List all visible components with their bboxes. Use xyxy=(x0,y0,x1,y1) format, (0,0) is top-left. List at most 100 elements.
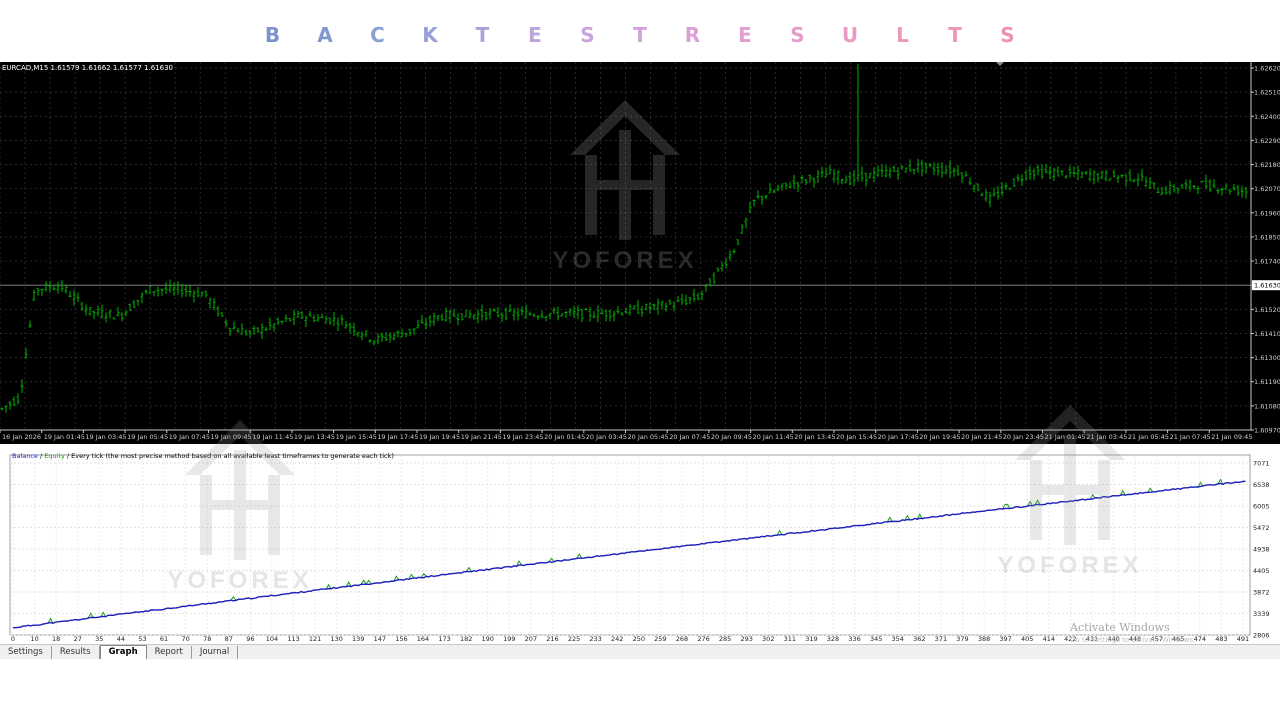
candle xyxy=(208,297,212,309)
tab-results[interactable]: Results xyxy=(52,645,100,659)
candle xyxy=(308,310,312,317)
title-letter: T xyxy=(948,23,962,47)
graph-x-label: 27 xyxy=(74,635,82,643)
candle xyxy=(1168,180,1172,195)
candle xyxy=(708,278,712,287)
price-label: 1.62620 xyxy=(1254,65,1280,73)
title-letter: C xyxy=(370,23,385,47)
candle xyxy=(560,313,564,317)
candle xyxy=(152,290,156,297)
candle xyxy=(432,312,436,326)
tab-graph[interactable]: Graph xyxy=(99,645,147,659)
time-label: 21 Jan 07:45 xyxy=(1170,433,1211,441)
candle xyxy=(716,267,720,272)
title-letter: A xyxy=(317,23,333,47)
price-label: 1.61960 xyxy=(1254,209,1280,217)
candle xyxy=(332,311,336,326)
price-chart-canvas[interactable]: 1.62620 1.62510 1.62400 1.62290 1.62180 1.620… xyxy=(0,62,1280,444)
price-label: 1.61850 xyxy=(1254,233,1280,241)
price-chart[interactable]: 1.62620 1.62510 1.62400 1.62290 1.62180 1.620… xyxy=(0,62,1280,444)
candle xyxy=(36,287,40,296)
graph-x-label: 44 xyxy=(117,635,125,643)
candle xyxy=(980,192,984,196)
candle xyxy=(580,308,584,323)
candle xyxy=(996,186,1000,200)
legend-equity: Equity xyxy=(44,452,65,460)
time-label: 19 Jan 23:45 xyxy=(502,433,543,441)
candle xyxy=(740,224,744,235)
candle xyxy=(1240,185,1244,198)
candle xyxy=(276,317,280,325)
candle xyxy=(524,304,528,319)
graph-y-label: 4938 xyxy=(1253,546,1270,554)
time-label: 19 Jan 07:45 xyxy=(169,433,210,441)
candle xyxy=(776,184,780,191)
candle xyxy=(1188,179,1192,192)
graph-x-label: 53 xyxy=(138,635,146,643)
candle xyxy=(576,305,580,320)
candle xyxy=(828,165,832,175)
candle xyxy=(916,159,920,173)
candle xyxy=(736,239,740,246)
candle xyxy=(692,288,696,302)
tab-journal[interactable]: Journal xyxy=(192,645,239,659)
graph-x-label: 345 xyxy=(870,635,882,643)
time-label: 20 Jan 17:45 xyxy=(878,433,919,441)
candle xyxy=(352,322,356,336)
candle xyxy=(60,280,64,292)
candle xyxy=(1032,168,1036,180)
balance-graph[interactable]: 7071 6538 6005 5472 4938 4405 3872 3339 2806 0 10 1… xyxy=(0,449,1280,644)
candle xyxy=(552,307,556,315)
candle xyxy=(532,313,536,318)
candle xyxy=(428,315,432,327)
candle xyxy=(1104,169,1108,182)
balance-graph-canvas[interactable]: 7071 6538 6005 5472 4938 4405 3872 3339 2806 0 10 1… xyxy=(0,449,1280,644)
candle xyxy=(312,314,316,323)
title-letter: T xyxy=(633,23,647,47)
time-label: 20 Jan 13:45 xyxy=(794,433,835,441)
candle xyxy=(792,174,796,190)
candle xyxy=(824,167,828,178)
candle xyxy=(1224,183,1228,191)
symbol-name: EURCAD,M15 xyxy=(2,64,49,72)
candle xyxy=(748,201,752,213)
candle xyxy=(888,167,892,179)
candle xyxy=(1112,169,1116,178)
candle xyxy=(240,323,244,335)
candle xyxy=(976,183,980,192)
graph-x-label: 70 xyxy=(181,635,189,643)
candle xyxy=(516,307,520,321)
graph-x-label: 104 xyxy=(266,635,278,643)
graph-x-label: 216 xyxy=(546,635,558,643)
candle xyxy=(1060,170,1064,176)
candle xyxy=(688,297,692,305)
candle xyxy=(848,172,852,186)
candle xyxy=(108,309,112,319)
candle xyxy=(620,312,624,316)
candle xyxy=(872,167,876,183)
graph-x-label: 156 xyxy=(395,635,407,643)
graph-x-label: 397 xyxy=(999,635,1011,643)
candle xyxy=(1052,167,1056,181)
candle xyxy=(1140,168,1144,182)
shift-marker-icon[interactable] xyxy=(996,62,1004,66)
tab-report[interactable]: Report xyxy=(147,645,192,659)
candle xyxy=(1200,180,1204,183)
candle xyxy=(868,172,872,179)
candle xyxy=(796,182,800,192)
graph-x-label: 276 xyxy=(697,635,709,643)
tab-settings[interactable]: Settings xyxy=(0,645,52,659)
candle xyxy=(1184,179,1188,190)
candle xyxy=(784,182,788,190)
candle xyxy=(112,317,116,320)
candle xyxy=(8,401,12,410)
candle xyxy=(1152,182,1156,190)
candle xyxy=(928,163,932,168)
title-letter: K xyxy=(422,23,438,47)
candle xyxy=(616,306,620,314)
candle xyxy=(284,314,288,323)
candle xyxy=(548,313,552,320)
time-label: 19 Jan 19:45 xyxy=(419,433,460,441)
graph-y-label: 3339 xyxy=(1253,610,1270,618)
candle xyxy=(348,322,352,334)
